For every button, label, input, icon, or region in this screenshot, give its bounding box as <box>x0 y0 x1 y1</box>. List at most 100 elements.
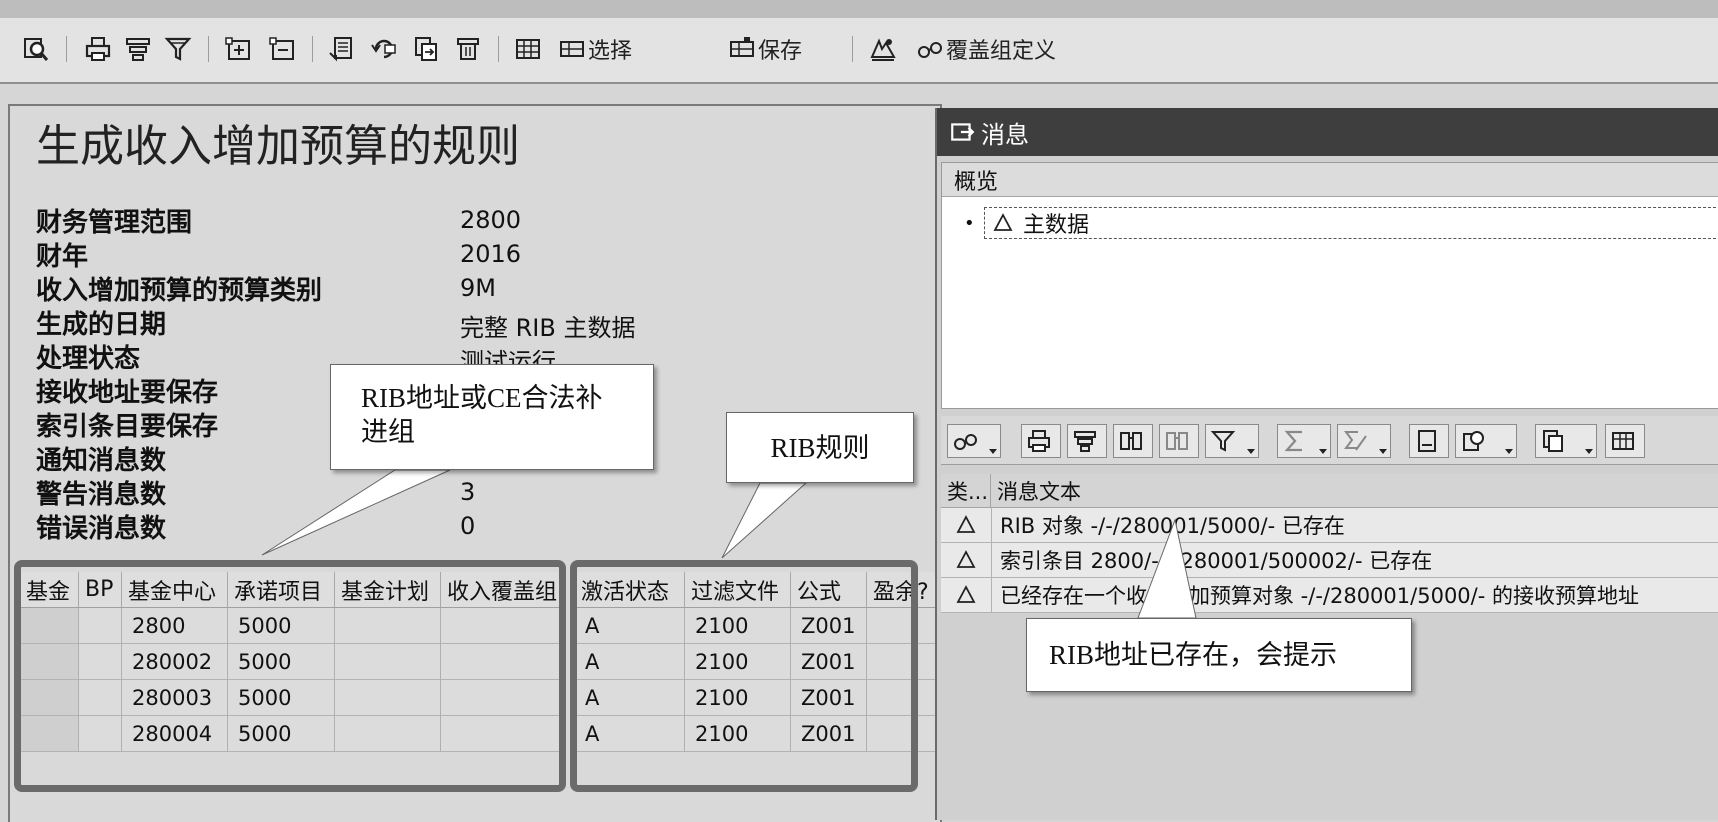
copy-icon <box>415 37 437 61</box>
message-type-cell <box>941 508 992 542</box>
page-title: 生成收入增加预算的规则 <box>36 121 520 172</box>
sort-icon <box>126 38 150 61</box>
collapse-button[interactable] <box>266 34 298 64</box>
select-layout-button[interactable]: 选择 <box>558 34 632 64</box>
document-icon <box>1418 430 1436 452</box>
field-label: 处理状态 <box>36 344 141 374</box>
message-text: 已经存在一个收入增加预算对象 -/-/280001/5000/- 的接收预算地址 <box>1000 584 1639 608</box>
subtotal-icon <box>1344 431 1367 451</box>
funnel-icon <box>164 37 192 61</box>
glasses-icon <box>918 42 942 58</box>
message-subtotal-button[interactable] <box>1337 424 1391 458</box>
message-window-titlebar[interactable]: 消息 <box>937 108 1718 156</box>
column-header[interactable]: 类... <box>941 474 991 508</box>
message-copy-button[interactable] <box>1535 424 1597 458</box>
field-value: 完整 RIB 主数据 <box>460 314 636 342</box>
message-filter-button[interactable] <box>1205 424 1259 458</box>
delete-button[interactable] <box>452 34 484 64</box>
refresh-button[interactable] <box>368 34 400 64</box>
field-label: 收入增加预算的预算类别 <box>36 276 323 306</box>
warning-triangle-icon <box>993 213 1013 231</box>
highlight-address-columns <box>14 560 566 792</box>
coverage-label: 覆盖组定义 <box>946 39 1057 64</box>
message-details-button[interactable] <box>947 424 1001 458</box>
callout-text: RIB地址已存在，会提示 <box>1049 640 1338 670</box>
field-label: 警告消息数 <box>36 480 167 510</box>
document-icon <box>329 37 352 62</box>
copy-button[interactable] <box>410 34 442 64</box>
field-value: 2016 <box>460 240 522 268</box>
coverage-group-button[interactable]: 覆盖组定义 <box>916 34 1056 64</box>
field-value: 3 <box>460 478 476 506</box>
callout-rib-exists: RIB地址已存在，会提示 <box>1026 618 1412 692</box>
field-label: 通知消息数 <box>36 446 167 476</box>
magnifier-icon <box>24 38 49 61</box>
field-value: 0 <box>460 512 476 540</box>
message-sum-button[interactable] <box>1277 424 1331 458</box>
toolbar-separator <box>208 36 209 62</box>
callout-text: RIB地址或CE合法补进组 <box>361 383 603 447</box>
select-label: 选择 <box>588 39 633 64</box>
message-document-button[interactable] <box>1409 424 1449 458</box>
message-text: 索引条目 2800/-/-/280001/500002/- 已存在 <box>1000 549 1433 573</box>
column-header[interactable]: 消息文本 <box>991 474 1718 508</box>
find-next-icon <box>1166 432 1188 450</box>
scale-icon <box>870 38 896 61</box>
field-label: 错误消息数 <box>36 514 167 544</box>
copy-icon <box>1543 430 1563 452</box>
message-type-cell <box>941 543 992 577</box>
overview-header: 概览 <box>942 163 1718 197</box>
message-window-icon <box>951 123 975 141</box>
printer-icon <box>1028 430 1050 452</box>
grid-icon <box>516 39 540 59</box>
message-text: RIB 对象 -/-/280001/5000/- 已存在 <box>1000 514 1345 538</box>
collapse-icon <box>269 37 294 60</box>
message-export-button[interactable] <box>1455 424 1517 458</box>
field-label: 财年 <box>36 242 89 272</box>
warning-triangle-icon <box>956 585 976 603</box>
message-row[interactable]: RIB 对象 -/-/280001/5000/- 已存在 <box>941 508 1718 543</box>
tree-item-label: 主数据 <box>1023 213 1090 238</box>
warning-triangle-icon <box>956 515 976 533</box>
message-print-button[interactable] <box>1021 424 1061 458</box>
save-label: 保存 <box>758 39 803 64</box>
toolbar-separator <box>852 36 853 62</box>
layout-button[interactable] <box>512 34 544 64</box>
message-find-next-button[interactable] <box>1159 424 1199 458</box>
expand-button[interactable] <box>222 34 254 64</box>
save-layout-button[interactable]: 保存 <box>728 34 802 64</box>
toolbar-separator <box>312 36 313 62</box>
expand-icon <box>225 37 250 60</box>
message-sort-button[interactable] <box>1067 424 1107 458</box>
funnel-icon <box>1210 431 1236 452</box>
sort-button[interactable] <box>122 34 154 64</box>
message-find-button[interactable] <box>1113 424 1153 458</box>
binoculars-icon <box>1120 432 1142 450</box>
grid-icon <box>1612 432 1634 450</box>
message-window-title: 消息 <box>981 120 1029 149</box>
balance-button[interactable] <box>866 34 900 64</box>
message-toolbar <box>941 416 1718 465</box>
message-row[interactable]: 索引条目 2800/-/-/280001/500002/- 已存在 <box>941 543 1718 578</box>
sort-icon <box>1074 431 1096 452</box>
toolbar-separator <box>66 36 67 62</box>
field-value: 2800 <box>460 206 522 234</box>
details-button[interactable] <box>20 34 52 64</box>
message-row[interactable]: 已经存在一个收入增加预算对象 -/-/280001/5000/- 的接收预算地址 <box>941 578 1718 613</box>
callout-text: RIB规则 <box>770 432 870 463</box>
message-layout-button[interactable] <box>1605 424 1645 458</box>
save-layout-icon <box>730 37 754 57</box>
sigma-icon <box>1284 430 1302 452</box>
window-top-strip <box>0 0 1718 19</box>
callout-rib-address: RIB地址或CE合法补进组 <box>330 364 654 470</box>
message-window: 消息 概览 • 主数据 类... 消息文本 RIB 对象 -/-/280001/… <box>935 108 1718 820</box>
trash-icon <box>457 38 479 60</box>
glasses-icon <box>954 434 977 450</box>
highlight-rule-columns <box>570 560 918 792</box>
tree-item-master-data[interactable]: 主数据 <box>984 207 1718 239</box>
printer-icon <box>85 37 111 61</box>
tree-bullet: • <box>964 213 975 234</box>
export-button[interactable] <box>326 34 358 64</box>
print-button[interactable] <box>82 34 114 64</box>
filter-button[interactable] <box>162 34 194 64</box>
